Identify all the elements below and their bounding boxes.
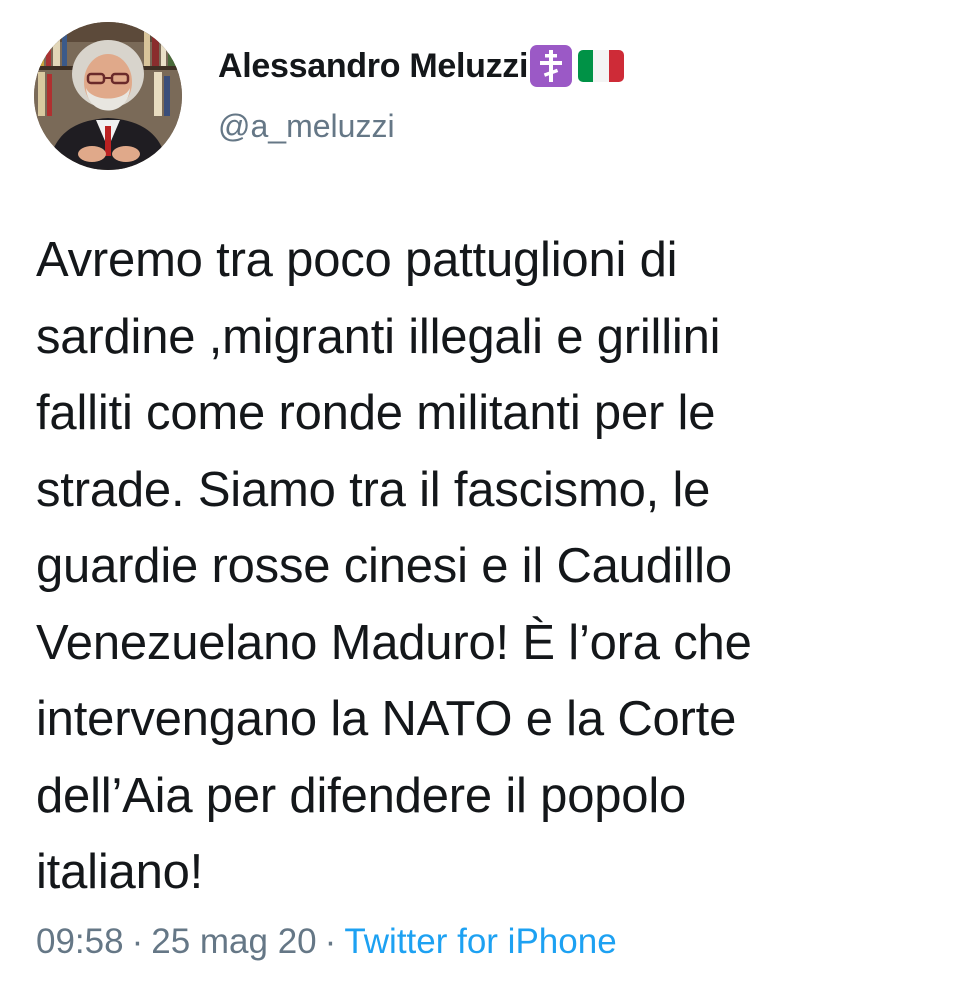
meta-separator: ·	[131, 922, 144, 961]
tweet-source-link[interactable]: Twitter for iPhone	[344, 922, 616, 962]
tweet-date[interactable]: 25 mag 20	[151, 922, 316, 962]
tweet-text: Avremo tra poco pattuglioni di sardine ,…	[36, 233, 752, 899]
italy-flag-icon	[578, 50, 625, 82]
tweet-metadata: 09:58 · 25 mag 20 · Twitter for iPhone	[36, 922, 617, 962]
author-handle[interactable]: @a_meluzzi	[218, 108, 395, 145]
meta-separator: ·	[324, 922, 337, 961]
tweet-time[interactable]: 09:58	[36, 922, 124, 962]
author-display-name[interactable]: Alessandro Meluzzi	[218, 47, 528, 86]
orthodox-cross-icon	[530, 45, 573, 87]
author-name-row[interactable]: Alessandro Meluzzi	[218, 40, 625, 92]
tweet-card[interactable]: Alessandro Meluzzi @a_meluzzi Avremo tra…	[0, 0, 976, 992]
author-avatar[interactable]	[34, 22, 182, 170]
avatar-photo	[34, 22, 182, 170]
